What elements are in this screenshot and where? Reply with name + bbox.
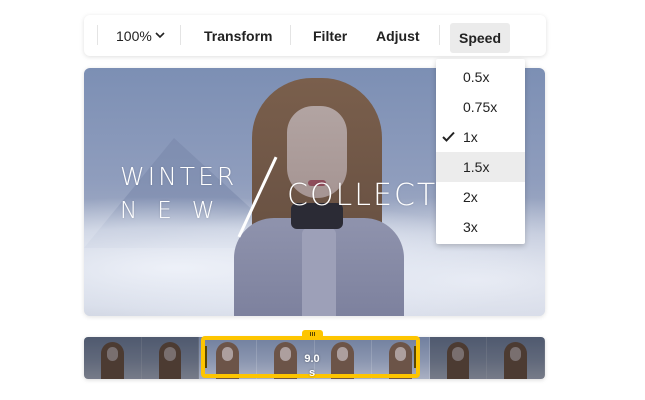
speed-option-label: 1x (463, 129, 478, 145)
toolbar-divider (290, 25, 291, 45)
transform-button[interactable]: Transform (204, 15, 272, 56)
zoom-dropdown[interactable]: 100% (116, 15, 165, 56)
adjust-button[interactable]: Adjust (376, 15, 420, 56)
timeline-frame (487, 337, 545, 379)
speed-button[interactable]: Speed (450, 23, 511, 53)
speed-option-0-5x[interactable]: 0.5x (436, 62, 525, 92)
speed-option-label: 2x (463, 189, 478, 205)
speed-option-label: 0.75x (463, 99, 498, 115)
speed-option-label: 3x (463, 219, 478, 235)
trim-handle-right[interactable] (414, 346, 416, 368)
trim-handle-left[interactable] (205, 346, 207, 368)
editor-toolbar: 100% Transform Filter Adjust Speed (84, 15, 546, 56)
toolbar-divider (439, 25, 440, 45)
clip-duration-unit: s (308, 367, 316, 379)
clip-duration: 9.0 s (296, 352, 328, 380)
speed-option-1x[interactable]: 1x (436, 122, 525, 152)
chevron-down-icon (155, 32, 165, 39)
timeline-frame (84, 337, 142, 379)
overlay-text-collect: COLLECT (287, 178, 438, 213)
overlay-text-new: NEW (120, 198, 235, 224)
speed-dropdown-menu: 0.5x 0.75x 1x 1.5x 2x 3x (436, 59, 525, 244)
timeline-frame (141, 337, 200, 379)
filter-button[interactable]: Filter (313, 15, 347, 56)
toolbar-divider (97, 25, 98, 45)
timeline-frame (429, 337, 488, 379)
check-icon (442, 131, 455, 142)
toolbar-divider (180, 25, 181, 45)
speed-option-0-75x[interactable]: 0.75x (436, 92, 525, 122)
clip-duration-value: 9.0 (304, 353, 320, 365)
speed-option-label: 0.5x (463, 69, 490, 85)
speed-option-1-5x[interactable]: 1.5x (436, 152, 525, 182)
speed-option-3x[interactable]: 3x (436, 212, 525, 242)
speed-option-label: 1.5x (463, 159, 490, 175)
speed-option-2x[interactable]: 2x (436, 182, 525, 212)
model-jacket-center (302, 228, 336, 316)
overlay-text-winter: WINTER (120, 162, 238, 191)
zoom-label: 100% (116, 27, 152, 44)
